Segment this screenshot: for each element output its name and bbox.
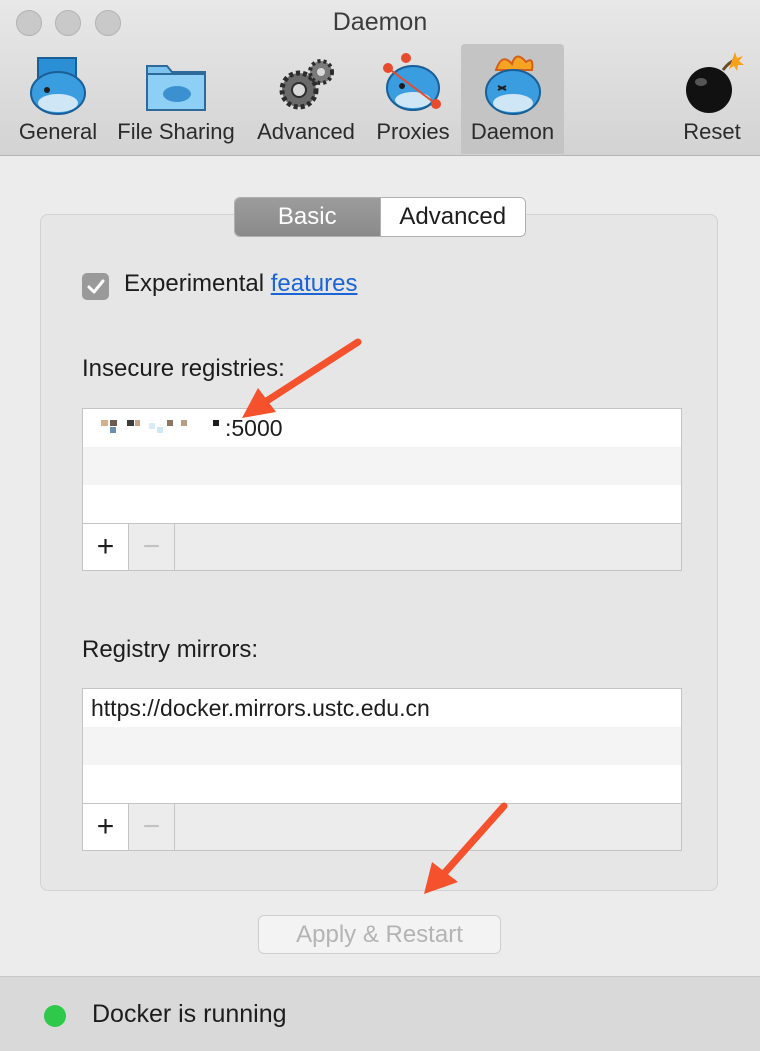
toolbar-item-proxies[interactable]: Proxies xyxy=(370,44,456,154)
list-item xyxy=(83,765,681,803)
checkmark-icon xyxy=(87,279,104,293)
toolbar-item-daemon[interactable]: Daemon xyxy=(461,44,564,154)
insecure-registries-list: :5000 + − xyxy=(82,408,682,571)
list-item xyxy=(83,485,681,523)
toolbar-label: Reset xyxy=(683,119,741,144)
proxy-network-icon xyxy=(383,53,441,111)
window-title: Daemon xyxy=(332,8,428,36)
list-item xyxy=(83,447,681,485)
toolbar-item-general[interactable]: General xyxy=(10,44,106,154)
tab-advanced[interactable]: Advanced xyxy=(379,198,525,236)
experimental-features-link[interactable]: features xyxy=(271,270,358,297)
list-item xyxy=(83,727,681,765)
remove-insecure-registry-button[interactable]: − xyxy=(129,524,175,570)
list-item[interactable]: :5000 xyxy=(83,409,681,447)
list-controls: + − xyxy=(83,803,681,850)
remove-registry-mirror-button[interactable]: − xyxy=(129,804,175,850)
list-item[interactable]: https://docker.mirrors.ustc.edu.cn xyxy=(83,689,681,727)
experimental-label: Experimental features xyxy=(124,270,357,298)
experimental-text: Experimental xyxy=(124,270,265,297)
tab-basic[interactable]: Basic xyxy=(235,198,380,236)
toolbar-label: File Sharing xyxy=(117,119,235,144)
toolbar-label: Advanced xyxy=(257,119,355,144)
insecure-registries-label: Insecure registries: xyxy=(82,355,285,382)
add-insecure-registry-button[interactable]: + xyxy=(83,524,129,570)
toolbar-item-file-sharing[interactable]: File Sharing xyxy=(112,44,240,154)
registry-entry-text: :5000 xyxy=(225,415,283,441)
status-bar: Docker is running xyxy=(0,976,760,1051)
registry-mirrors-list: https://docker.mirrors.ustc.edu.cn + − xyxy=(82,688,682,851)
experimental-checkbox[interactable] xyxy=(82,273,109,300)
basic-advanced-segmented-control: Basic Advanced xyxy=(234,197,526,237)
bomb-icon xyxy=(686,52,744,113)
toolbar-item-advanced[interactable]: Advanced xyxy=(250,44,362,154)
daemon-whale-icon xyxy=(484,55,541,115)
registry-mirrors-label: Registry mirrors: xyxy=(82,636,259,663)
status-text: Docker is running xyxy=(92,1000,287,1028)
add-registry-mirror-button[interactable]: + xyxy=(83,804,129,850)
gears-icon xyxy=(279,59,334,110)
apply-restart-button[interactable]: Apply & Restart xyxy=(258,915,501,954)
toolbar-label: General xyxy=(18,119,98,144)
redacted-host-blur xyxy=(83,409,223,447)
window-toolbar: Daemon General File Sharing Advanced Pro… xyxy=(0,0,760,156)
docker-whale-icon xyxy=(30,57,86,115)
running-status-indicator xyxy=(44,1005,66,1027)
toolbar-item-reset[interactable]: Reset xyxy=(672,44,752,154)
toolbar-label: Daemon xyxy=(470,119,555,144)
list-controls: + − xyxy=(83,523,681,570)
toolbar-label: Proxies xyxy=(376,119,450,144)
shared-folder-icon xyxy=(146,65,206,111)
